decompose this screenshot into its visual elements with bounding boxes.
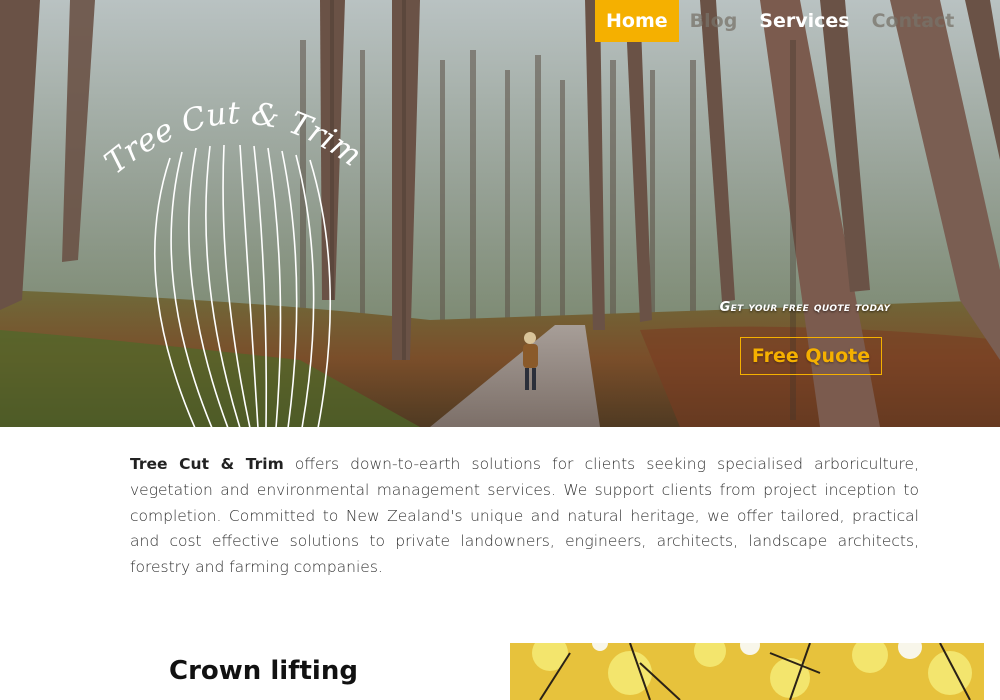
main-nav: Home Blog Services Contact (595, 0, 965, 42)
nav-home[interactable]: Home (595, 0, 679, 42)
free-quote-tagline: Get your free quote today (719, 300, 891, 315)
logo-text: Tree Cut & Trim (100, 98, 368, 181)
yellow-autumn-canopy-photo (510, 643, 984, 700)
nav-services[interactable]: Services (748, 0, 860, 42)
hero-banner: Home Blog Services Contact Tree Cut & Tr… (0, 0, 1000, 427)
intro-paragraph: Tree Cut & Trim offers down-to-earth sol… (130, 452, 919, 581)
nav-contact[interactable]: Contact (861, 0, 966, 42)
tree-lines-icon (154, 144, 332, 427)
service-image-crown-lifting (510, 643, 984, 700)
free-quote-button[interactable]: Free Quote (740, 337, 882, 375)
intro-text: offers down-to-earth solutions for clien… (130, 455, 919, 577)
nav-blog[interactable]: Blog (679, 0, 749, 42)
service-title-crown-lifting: Crown lifting (169, 656, 358, 686)
tree-cut-and-trim-logo[interactable]: Tree Cut & Trim (100, 98, 370, 427)
intro-brand: Tree Cut & Trim (130, 455, 284, 473)
